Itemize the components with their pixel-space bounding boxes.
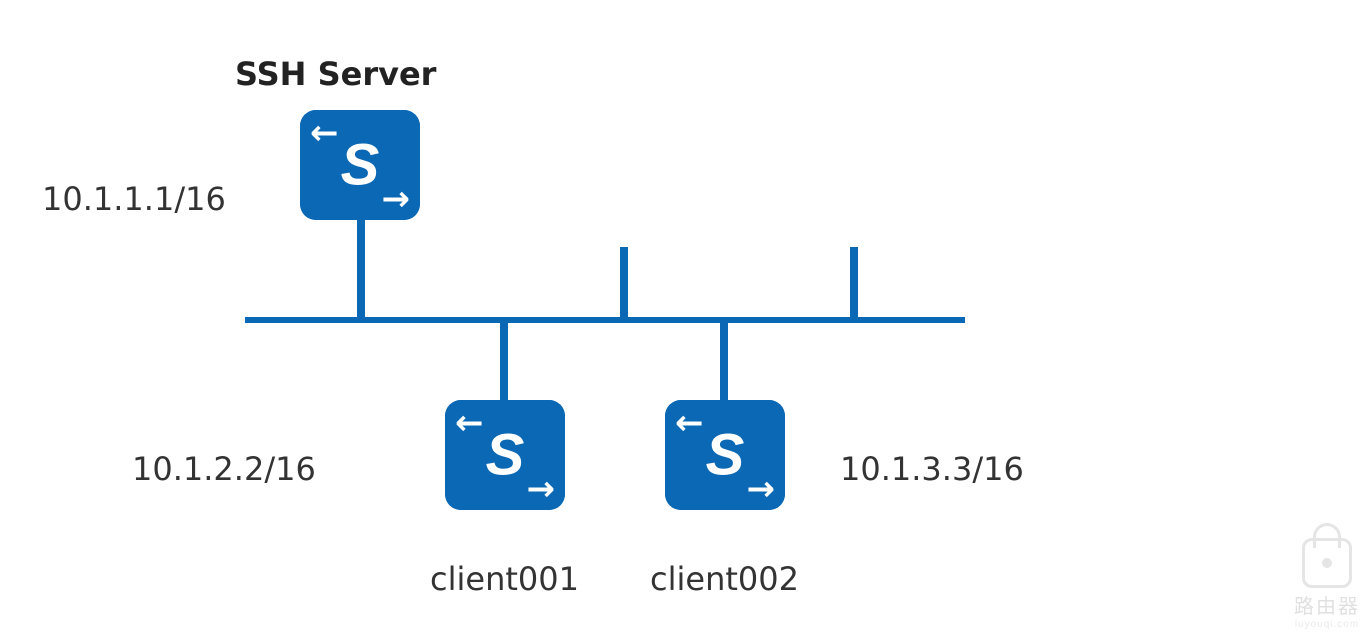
arrow-right-icon: → [747,472,776,506]
switch-glyph: S [706,422,745,489]
watermark-text-2: luyouqi.com [1294,619,1360,630]
link-server-to-bus [357,220,365,320]
watermark-text-1: 路由器 [1294,590,1360,619]
server-title-label: SSH Server [235,55,436,93]
client001-ip-label: 10.1.2.2/16 [132,450,316,488]
link-bus-to-client001 [500,320,508,400]
link-bus-to-client002 [720,320,728,400]
switch-icon-server: ← S → [300,110,420,220]
arrow-left-icon: ← [310,116,339,150]
switch-icon-client001: ← S → [445,400,565,510]
client002-ip-label: 10.1.3.3/16 [840,450,1024,488]
arrow-left-icon: ← [675,406,704,440]
switch-icon-client002: ← S → [665,400,785,510]
arrow-left-icon: ← [455,406,484,440]
arrow-right-icon: → [527,472,556,506]
client002-name-label: client002 [650,560,799,598]
diagram-canvas: SSH Server 10.1.1.1/16 ← S → 10.1.2.2/16… [0,0,1372,640]
bus-stub-1 [620,247,628,322]
client001-name-label: client001 [430,560,579,598]
switch-glyph: S [341,132,380,199]
arrow-right-icon: → [382,182,411,216]
lock-icon [1302,538,1352,588]
bus-stub-2 [850,247,858,322]
server-ip-label: 10.1.1.1/16 [42,180,226,218]
switch-glyph: S [486,422,525,489]
watermark: 路由器 luyouqi.com [1294,538,1360,630]
